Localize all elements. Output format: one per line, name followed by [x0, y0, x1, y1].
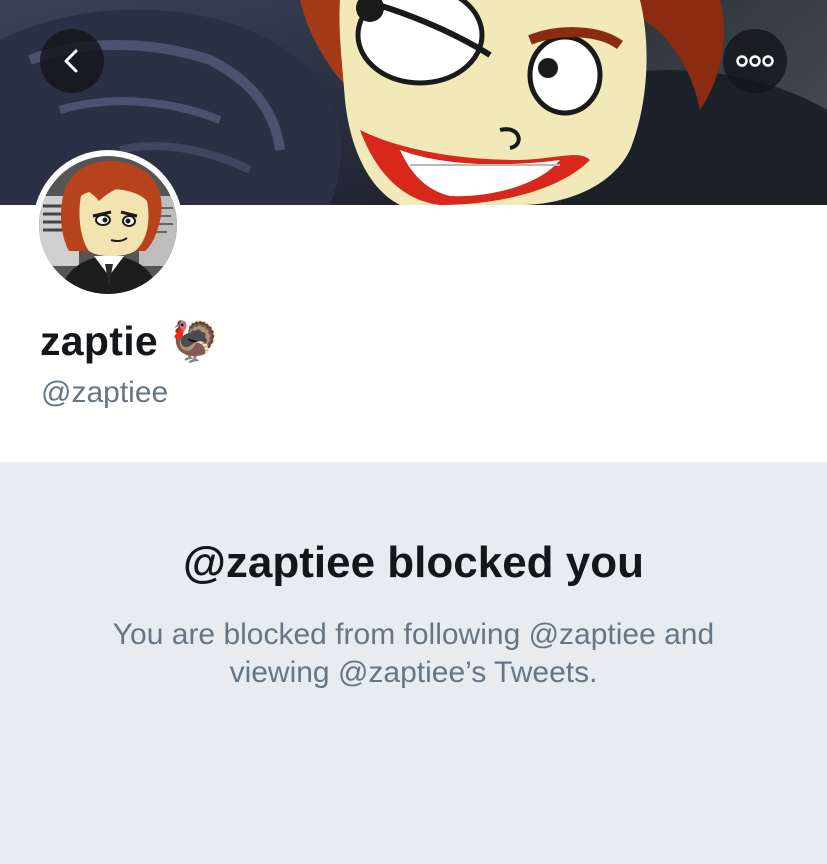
profile-page: zaptie 🦃 @zaptiee @zaptiee blocked you Y… [0, 0, 827, 864]
turkey-emoji: 🦃 [170, 318, 220, 365]
more-options-button[interactable] [723, 29, 787, 93]
blocked-notice-panel: @zaptiee blocked you You are blocked fro… [0, 462, 827, 864]
display-name: zaptie [40, 318, 158, 364]
blocked-title: @zaptiee blocked you [182, 538, 644, 587]
avatar[interactable] [33, 150, 183, 300]
chevron-left-icon [64, 49, 78, 73]
back-button[interactable] [40, 29, 104, 93]
blocked-message: You are blocked from following @zaptiee … [112, 618, 715, 689]
profile-handle: @zaptiee [41, 376, 169, 409]
more-dots-icon [736, 55, 774, 67]
avatar-image [39, 156, 177, 294]
display-name-row: zaptie 🦃 [40, 318, 220, 365]
